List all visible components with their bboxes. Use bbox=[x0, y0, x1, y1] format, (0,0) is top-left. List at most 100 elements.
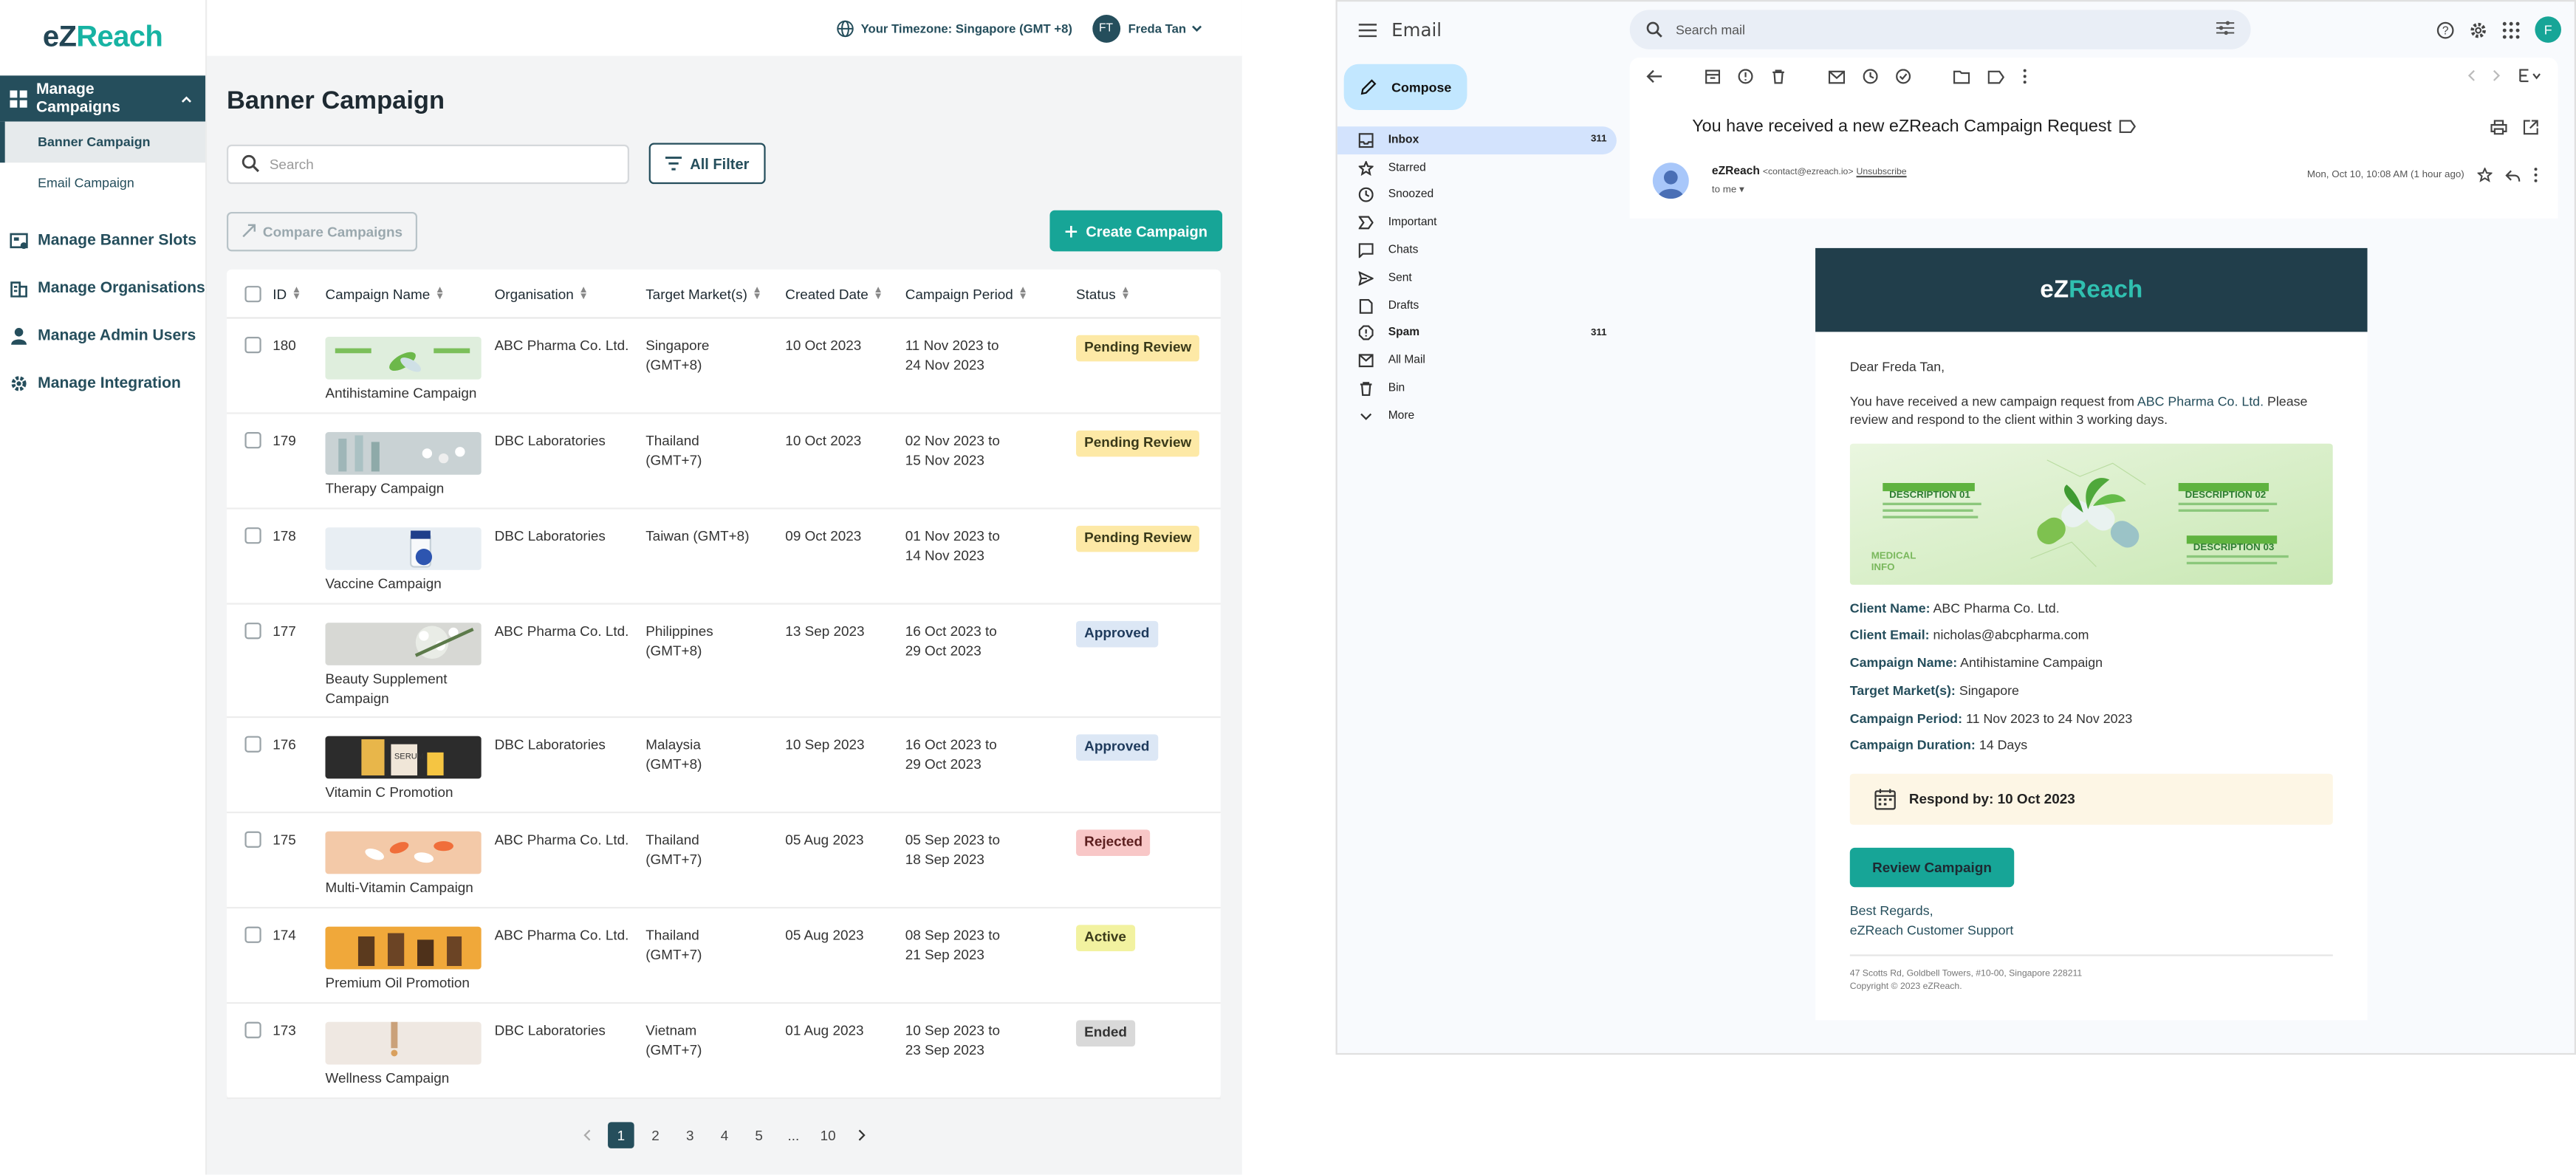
page-button[interactable]: 4 bbox=[711, 1122, 738, 1148]
column-header-campaign-period[interactable]: Campaign Period ▲ ▼ bbox=[905, 285, 1076, 301]
unsubscribe-link[interactable]: Unsubscribe bbox=[1857, 168, 1907, 177]
sidebar-section-manage-campaigns[interactable]: Manage Campaigns bbox=[0, 75, 206, 122]
chevron-left-icon[interactable] bbox=[573, 1122, 600, 1148]
chevron-left-icon[interactable] bbox=[2466, 69, 2476, 82]
apps-grid-icon[interactable] bbox=[2502, 21, 2520, 38]
sidebar-item-manage-integration[interactable]: Manage Integration bbox=[0, 360, 205, 408]
row-checkbox[interactable] bbox=[244, 432, 261, 449]
sidebar-item-banner-campaign[interactable]: Banner Campaign bbox=[0, 121, 206, 163]
campaigns-grid-icon bbox=[10, 89, 27, 107]
settings-icon[interactable] bbox=[2469, 21, 2487, 38]
folder-snoozed[interactable]: Snoozed bbox=[1337, 182, 1617, 209]
create-campaign-button[interactable]: Create Campaign bbox=[1049, 210, 1223, 252]
label-icon[interactable] bbox=[1987, 69, 2004, 83]
ezreach-logo[interactable]: eZ Reach bbox=[0, 0, 205, 72]
menu-icon[interactable] bbox=[1358, 22, 1377, 37]
user-menu[interactable]: Freda Tan bbox=[1128, 21, 1203, 35]
sidebar-item-manage-admin-users[interactable]: Manage Admin Users bbox=[0, 312, 205, 360]
column-header-organisation[interactable]: Organisation ▲ ▼ bbox=[495, 285, 646, 301]
row-checkbox[interactable] bbox=[244, 623, 261, 640]
cell-campaign-name[interactable]: Therapy Campaign bbox=[325, 432, 494, 507]
delete-icon[interactable] bbox=[1771, 69, 1786, 84]
back-arrow-icon[interactable] bbox=[1646, 69, 1662, 83]
page-button[interactable]: 1 bbox=[608, 1122, 634, 1148]
table-row[interactable]: 179 Therapy Campaign DBC Laboratories Thail… bbox=[226, 414, 1221, 510]
add-task-icon[interactable] bbox=[1896, 69, 1911, 84]
folder-starred[interactable]: Starred bbox=[1337, 154, 1617, 182]
move-to-icon[interactable] bbox=[1953, 69, 1970, 83]
table-row[interactable]: 177 Beauty Supplement Campaign ABC Pharma … bbox=[226, 605, 1221, 719]
folder-spam[interactable]: Spam 311 bbox=[1337, 320, 1617, 347]
select-all-checkbox[interactable] bbox=[244, 284, 261, 302]
table-row[interactable]: 180 Antihistamine Campaign ABC Pharma Co. … bbox=[226, 319, 1221, 414]
mark-unread-icon[interactable] bbox=[1828, 69, 1846, 83]
more-vert-icon[interactable] bbox=[2022, 69, 2027, 84]
cell-campaign-name[interactable]: Multi-Vitamin Campaign bbox=[325, 831, 494, 907]
folder-all-mail[interactable]: All Mail bbox=[1337, 347, 1617, 374]
cell-campaign-name[interactable]: Wellness Campaign bbox=[325, 1021, 494, 1097]
row-checkbox[interactable] bbox=[244, 337, 261, 354]
folder-sent[interactable]: Sent bbox=[1337, 264, 1617, 292]
review-campaign-button[interactable]: Review Campaign bbox=[1849, 848, 2015, 888]
snooze-icon[interactable] bbox=[1863, 69, 1878, 84]
recipient-dropdown[interactable]: to me ▾ bbox=[1712, 184, 1907, 195]
column-header-id[interactable]: ID ▲ ▼ bbox=[273, 285, 325, 301]
archive-icon[interactable] bbox=[1705, 69, 1721, 84]
compose-button[interactable]: Compose bbox=[1343, 64, 1467, 111]
cell-campaign-name[interactable]: SERUM Vitamin C Promotion bbox=[325, 736, 494, 812]
page-button[interactable]: 2 bbox=[643, 1122, 669, 1148]
folder-bin[interactable]: Bin bbox=[1337, 375, 1617, 402]
print-icon[interactable] bbox=[2490, 120, 2507, 135]
star-icon[interactable] bbox=[2477, 167, 2493, 182]
table-row[interactable]: 174 Premium Oil Promotion ABC Pharma Co. L… bbox=[226, 908, 1221, 1004]
table-row[interactable]: 178 Vaccine Campaign DBC Laboratories Taiwa… bbox=[226, 510, 1221, 605]
sidebar-item-email-campaign[interactable]: Email Campaign bbox=[0, 162, 205, 204]
search-input[interactable]: Search bbox=[226, 143, 629, 184]
account-avatar[interactable]: F bbox=[2535, 16, 2561, 43]
folder-important[interactable]: Important bbox=[1337, 209, 1617, 236]
chevron-right-icon[interactable] bbox=[2493, 69, 2502, 82]
compare-campaigns-button[interactable]: Compare Campaigns bbox=[226, 210, 418, 251]
report-spam-icon[interactable] bbox=[1738, 69, 1753, 84]
open-new-window-icon[interactable] bbox=[2523, 120, 2538, 135]
cell-campaign-name[interactable]: Antihistamine Campaign bbox=[325, 337, 494, 412]
folder-more[interactable]: More bbox=[1337, 402, 1617, 430]
table-row[interactable]: 175 Multi-Vitamin Campaign ABC Pharma Co. … bbox=[226, 813, 1221, 909]
column-header-created-date[interactable]: Created Date ▲ ▼ bbox=[785, 285, 905, 301]
label-icon[interactable] bbox=[2120, 120, 2137, 134]
chevron-right-icon[interactable] bbox=[849, 1122, 876, 1148]
cell-created-date: 10 Oct 2023 bbox=[785, 432, 862, 449]
row-checkbox[interactable] bbox=[244, 831, 261, 848]
cell-campaign-name[interactable]: Premium Oil Promotion bbox=[325, 926, 494, 1002]
cell-campaign-name[interactable]: Beauty Supplement Campaign bbox=[325, 623, 494, 716]
folder-chats[interactable]: Chats bbox=[1337, 237, 1617, 264]
sidebar-item-manage-organisations[interactable]: Manage Organisations bbox=[0, 264, 205, 312]
column-header-status[interactable]: Status ▲ ▼ bbox=[1076, 285, 1221, 301]
page-button[interactable]: 3 bbox=[676, 1122, 703, 1148]
page-button[interactable]: ... bbox=[781, 1122, 807, 1148]
all-filter-button[interactable]: All Filter bbox=[648, 143, 766, 185]
folder-inbox[interactable]: Inbox 311 bbox=[1337, 126, 1617, 154]
row-checkbox[interactable] bbox=[244, 736, 261, 753]
folder-label: More bbox=[1388, 410, 1415, 422]
table-row[interactable]: 173 Wellness Campaign DBC Laboratories Viet… bbox=[226, 1004, 1221, 1100]
help-icon[interactable]: ? bbox=[2436, 21, 2454, 38]
page-button[interactable]: 5 bbox=[746, 1122, 773, 1148]
table-row[interactable]: 176 SERUM Vitamin C Promotion DBC Laborator… bbox=[226, 718, 1221, 814]
row-checkbox[interactable] bbox=[244, 926, 261, 943]
avatar[interactable]: FT bbox=[1092, 13, 1120, 42]
sidebar-item-manage-banner-slots[interactable]: Manage Banner Slots bbox=[0, 217, 205, 265]
page-button[interactable]: 10 bbox=[815, 1122, 841, 1148]
search-options-icon[interactable] bbox=[2216, 20, 2235, 36]
column-header-campaign-name[interactable]: Campaign Name ▲ ▼ bbox=[325, 285, 494, 301]
reply-icon[interactable] bbox=[2505, 168, 2521, 182]
cell-campaign-period: 05 Sep 2023 to 18 Sep 2023 bbox=[905, 831, 1000, 867]
mail-search-input[interactable]: Search mail bbox=[1629, 10, 2251, 49]
folder-drafts[interactable]: Drafts bbox=[1337, 292, 1617, 319]
input-tools-icon[interactable] bbox=[2518, 69, 2541, 83]
cell-campaign-name[interactable]: Vaccine Campaign bbox=[325, 527, 494, 603]
row-checkbox[interactable] bbox=[244, 1021, 261, 1038]
more-vert-icon[interactable] bbox=[2533, 168, 2538, 182]
column-header-target-markets[interactable]: Target Market(s) ▲ ▼ bbox=[645, 285, 785, 301]
row-checkbox[interactable] bbox=[244, 527, 261, 544]
